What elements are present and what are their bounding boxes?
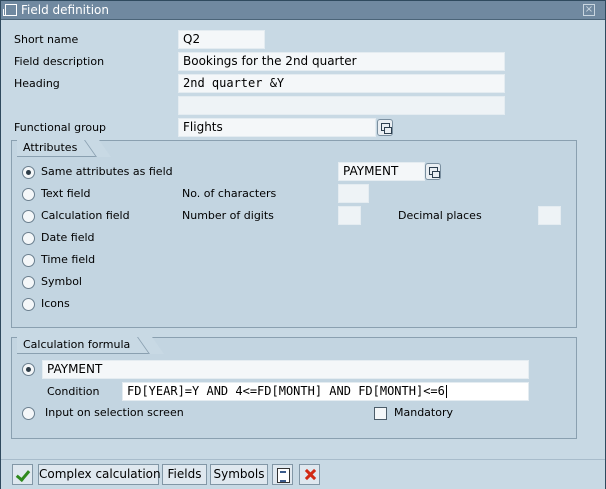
condition-label: Condition <box>47 385 100 398</box>
cancel-icon[interactable] <box>299 464 320 485</box>
same-attributes-lookup-icon[interactable] <box>425 163 441 180</box>
complex-calculation-button[interactable]: Complex calculation <box>38 464 161 485</box>
decimal-places-input[interactable] <box>538 206 561 225</box>
same-attributes-field-input[interactable]: PAYMENT <box>338 162 425 181</box>
heading-input[interactable]: 2nd quarter &Y <box>178 74 505 93</box>
radio-input-on-selection-screen[interactable] <box>22 407 35 420</box>
short-name-label: Short name <box>14 33 79 46</box>
number-of-digits-label: Number of digits <box>182 209 274 222</box>
date-field-label: Date field <box>41 231 95 244</box>
no-of-characters-label: No. of characters <box>182 187 277 200</box>
calculation-formula-group-title: Calculation formula <box>17 337 150 354</box>
check-icon[interactable] <box>12 464 33 485</box>
radio-same-attributes[interactable] <box>22 166 35 179</box>
functional-group-input[interactable]: Flights <box>178 118 376 137</box>
no-of-characters-input[interactable] <box>338 184 369 203</box>
functional-group-label: Functional group <box>14 121 107 134</box>
calculation-formula-input[interactable]: PAYMENT <box>42 360 529 379</box>
symbols-button[interactable]: Symbols <box>210 464 268 485</box>
radio-time-field[interactable] <box>22 254 35 267</box>
radio-text-field[interactable] <box>22 188 35 201</box>
calculation-field-label: Calculation field <box>41 209 130 222</box>
number-of-digits-input[interactable] <box>338 206 361 225</box>
bottom-toolbar: Complex calculation Fields Symbols <box>1 459 605 489</box>
field-description-input[interactable]: Bookings for the 2nd quarter <box>178 52 505 71</box>
same-attributes-label: Same attributes as field <box>41 165 173 178</box>
field-definition-dialog: Field definition × Short name Q2 Field d… <box>0 0 606 489</box>
heading-input-line-2[interactable] <box>178 96 505 115</box>
close-icon[interactable]: × <box>583 4 595 16</box>
time-field-label: Time field <box>41 253 96 266</box>
field-description-label: Field description <box>14 55 105 68</box>
functional-group-lookup-icon[interactable] <box>377 119 393 136</box>
condition-input-text: FD[YEAR]=Y AND 4<=FD[MONTH] AND FD[MONTH… <box>127 384 445 398</box>
radio-symbol[interactable] <box>22 276 35 289</box>
input-on-selection-screen-label: Input on selection screen <box>45 406 184 419</box>
heading-label: Heading <box>14 77 60 90</box>
short-name-input[interactable]: Q2 <box>178 30 265 49</box>
mandatory-label: Mandatory <box>394 406 454 419</box>
window-title: Field definition <box>21 3 109 17</box>
text-cursor <box>445 385 447 398</box>
radio-icons[interactable] <box>22 298 35 311</box>
symbol-label: Symbol <box>41 275 82 288</box>
icons-label: Icons <box>41 297 70 310</box>
title-bar: Field definition × <box>1 1 605 20</box>
radio-date-field[interactable] <box>22 232 35 245</box>
radio-calculation-formula[interactable] <box>22 363 35 376</box>
fields-button[interactable]: Fields <box>162 464 207 485</box>
radio-calculation-field[interactable] <box>22 210 35 223</box>
condition-input[interactable]: FD[YEAR]=Y AND 4<=FD[MONTH] AND FD[MONTH… <box>122 382 529 401</box>
text-field-label: Text field <box>41 187 91 200</box>
window-icon <box>3 4 17 16</box>
list-icon[interactable] <box>272 464 293 485</box>
attributes-group-title: Attributes <box>17 140 97 157</box>
mandatory-checkbox[interactable] <box>374 407 387 420</box>
decimal-places-label: Decimal places <box>398 209 482 222</box>
